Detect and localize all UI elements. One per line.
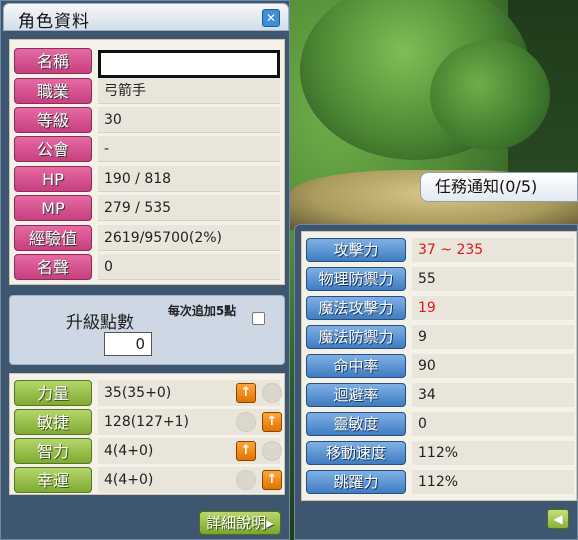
levelup-points-field: 0 — [104, 332, 152, 356]
info-label: 職業 — [14, 78, 92, 104]
info-row-hp: HP 190 / 818 — [14, 166, 280, 192]
stat-section: 力量 35(35+0) ↑ 敏捷 128(127+1) ↑ 智力 4(4+0) … — [9, 373, 285, 495]
ability-row-hands: 靈敏度 0 — [306, 412, 574, 436]
ability-value: 112% — [412, 470, 574, 494]
info-row-name: 名稱 — [14, 48, 280, 78]
info-label: 名聲 — [14, 254, 92, 280]
close-icon[interactable]: ✕ — [262, 9, 280, 27]
character-info-window: 角色資料 ✕ 名稱 職業 弓箭手 等級 30 公會 - HP 190 / 818… — [0, 0, 290, 540]
info-value: 0 — [98, 254, 280, 280]
ability-value: 112% — [412, 441, 574, 465]
ability-row-speed: 移動速度 112% — [306, 441, 574, 465]
stat-label: 敏捷 — [14, 409, 92, 435]
ability-value: 9 — [412, 325, 574, 349]
info-value: 2619/95700(2%) — [98, 225, 280, 251]
stat-label: 力量 — [14, 380, 92, 406]
info-row-job: 職業 弓箭手 — [14, 78, 280, 104]
ability-detail-window: 攻擊力 37 ~ 235 物理防禦力 55 魔法攻擊力 19 魔法防禦力 9 命… — [294, 224, 578, 540]
ability-row-jump: 跳躍力 112% — [306, 470, 574, 494]
info-label: 公會 — [14, 136, 92, 162]
ability-section: 攻擊力 37 ~ 235 物理防禦力 55 魔法攻擊力 19 魔法防禦力 9 命… — [301, 231, 577, 501]
info-row-exp: 經驗值 2619/95700(2%) — [14, 225, 280, 251]
ability-label: 跳躍力 — [306, 470, 406, 494]
ability-value: 37 ~ 235 — [412, 238, 574, 262]
ability-value: 90 — [412, 354, 574, 378]
stat-label: 智力 — [14, 438, 92, 464]
ability-row-magic-atk: 魔法攻擊力 19 — [306, 296, 574, 320]
info-label: MP — [14, 195, 92, 221]
info-label: 等級 — [14, 107, 92, 133]
ability-label: 靈敏度 — [306, 412, 406, 436]
ability-value: 19 — [412, 296, 574, 320]
ability-value: 34 — [412, 383, 574, 407]
ability-row-attack: 攻擊力 37 ~ 235 — [306, 238, 574, 262]
bonus-five-checkbox[interactable] — [252, 312, 265, 325]
dex-up-slot — [236, 412, 256, 432]
info-value: 30 — [98, 107, 280, 133]
dex-up-button[interactable]: ↑ — [262, 412, 282, 432]
info-label: HP — [14, 166, 92, 192]
info-row-guild: 公會 - — [14, 136, 280, 162]
ability-row-accuracy: 命中率 90 — [306, 354, 574, 378]
info-value: 190 / 818 — [98, 166, 280, 192]
stat-row-luk: 幸運 4(4+0) ↑ — [14, 467, 282, 493]
int-up-slot — [262, 441, 282, 461]
stat-row-int: 智力 4(4+0) ↑ — [14, 438, 282, 464]
levelup-points-label: 升級點數 — [66, 313, 134, 333]
ability-label: 物理防禦力 — [306, 267, 406, 291]
int-up-button[interactable]: ↑ — [236, 441, 256, 461]
stat-label: 幸運 — [14, 467, 92, 493]
stat-row-dex: 敏捷 128(127+1) ↑ — [14, 409, 282, 435]
window-title-bar[interactable]: 角色資料 ✕ — [3, 3, 289, 32]
luk-up-slot — [236, 470, 256, 490]
info-row-fame: 名聲 0 — [14, 254, 280, 280]
info-row-mp: MP 279 / 535 — [14, 195, 280, 221]
ability-label: 魔法攻擊力 — [306, 296, 406, 320]
ability-row-avoid: 迴避率 34 — [306, 383, 574, 407]
detail-button-label: 詳細說明 — [206, 514, 267, 532]
ability-row-weapon-def: 物理防禦力 55 — [306, 267, 574, 291]
info-value: - — [98, 136, 280, 162]
info-label: 名稱 — [14, 48, 92, 74]
window-title: 角色資料 — [18, 12, 90, 32]
info-value: 279 / 535 — [98, 195, 280, 221]
ability-label: 迴避率 — [306, 383, 406, 407]
ability-value: 55 — [412, 267, 574, 291]
basic-info-section: 名稱 職業 弓箭手 等級 30 公會 - HP 190 / 818 MP 279… — [9, 39, 285, 285]
ability-label: 命中率 — [306, 354, 406, 378]
arrow-left-icon[interactable]: ◀ — [547, 509, 569, 529]
luk-up-button[interactable]: ↑ — [262, 470, 282, 490]
detail-button[interactable]: 詳細說明▸ — [199, 511, 281, 535]
info-row-level: 等級 30 — [14, 107, 280, 133]
str-up-slot — [262, 383, 282, 403]
ability-label: 魔法防禦力 — [306, 325, 406, 349]
info-label: 經驗值 — [14, 225, 92, 251]
ability-value: 0 — [412, 412, 574, 436]
quest-notice-button[interactable]: 任務通知(0/5) — [420, 172, 578, 202]
ability-label: 攻擊力 — [306, 238, 406, 262]
info-value: 弓箭手 — [98, 78, 280, 104]
tree-foliage-2 — [430, 40, 550, 150]
chevron-right-icon: ▸ — [266, 514, 274, 532]
stat-row-str: 力量 35(35+0) ↑ — [14, 380, 282, 406]
str-up-button[interactable]: ↑ — [236, 383, 256, 403]
name-field — [98, 50, 280, 78]
bonus-five-label: 每次追加5點 — [167, 304, 237, 318]
ability-row-magic-def: 魔法防禦力 9 — [306, 325, 574, 349]
levelup-points-section: 升級點數 每次追加5點 0 — [9, 295, 285, 365]
ability-label: 移動速度 — [306, 441, 406, 465]
